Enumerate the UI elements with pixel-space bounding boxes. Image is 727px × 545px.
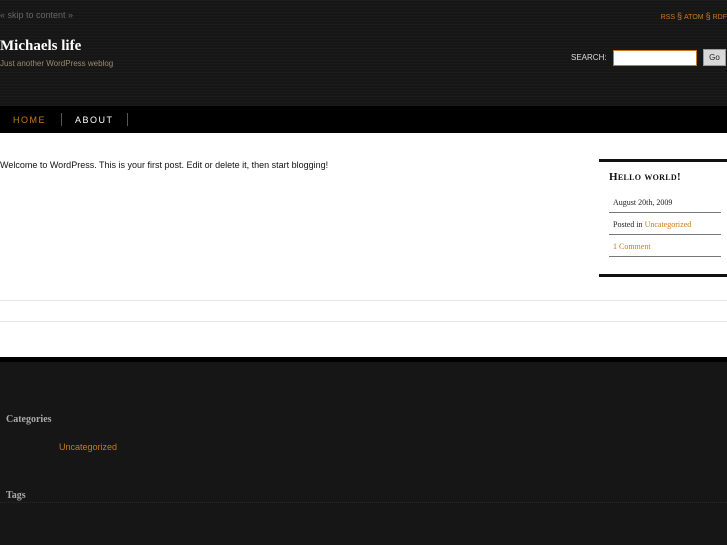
search-label: SEARCH: xyxy=(571,53,607,62)
post-category-row: Posted in Uncategorized xyxy=(609,214,721,235)
site-header: « skip to content » RSS § ATOM § RDF Michael… xyxy=(0,0,727,106)
divider xyxy=(0,321,727,322)
post-title[interactable]: Hello world! xyxy=(609,171,681,183)
rss-feed-link[interactable]: RSS xyxy=(661,14,675,21)
content-area: Welcome to WordPress. This is your first… xyxy=(0,133,727,358)
category-link-uncategorized[interactable]: Uncategorized xyxy=(59,442,117,452)
rdf-feed-link[interactable]: RDF xyxy=(713,14,727,21)
feed-separator: § xyxy=(677,11,683,21)
post-meta-box: Hello world! August 20th, 2009 Posted in… xyxy=(599,159,727,277)
comments-link[interactable]: 1 Comment xyxy=(613,242,651,251)
post-date: August 20th, 2009 xyxy=(609,192,721,213)
nav-item-home[interactable]: HOME xyxy=(13,115,46,125)
footer-divider xyxy=(0,502,727,503)
comments-row: 1 Comment xyxy=(609,236,721,257)
post-content: Welcome to WordPress. This is your first… xyxy=(0,160,329,170)
site-description: Just another WordPress weblog xyxy=(0,59,114,68)
categories-widget-title: Categories xyxy=(6,414,52,425)
tags-widget-title: Tags xyxy=(6,490,26,501)
nav-item-about[interactable]: ABOUT xyxy=(75,115,114,125)
nav-divider xyxy=(61,113,62,126)
nav-divider xyxy=(127,113,128,126)
skip-to-content-link[interactable]: « skip to content » xyxy=(0,10,73,20)
main-nav: HOME ABOUT xyxy=(0,106,727,133)
posted-in-label: Posted in xyxy=(613,220,643,229)
site-footer: Categories Uncategorized Tags xyxy=(0,362,727,545)
category-link[interactable]: Uncategorized xyxy=(645,220,692,229)
search-go-button[interactable]: Go xyxy=(703,49,726,66)
search-input[interactable] xyxy=(613,50,697,66)
feed-separator: § xyxy=(705,11,711,21)
site-title[interactable]: Michaels life xyxy=(0,38,81,55)
feed-links: RSS § ATOM § RDF xyxy=(661,11,727,21)
divider xyxy=(0,300,727,301)
atom-feed-link[interactable]: ATOM xyxy=(684,14,704,21)
